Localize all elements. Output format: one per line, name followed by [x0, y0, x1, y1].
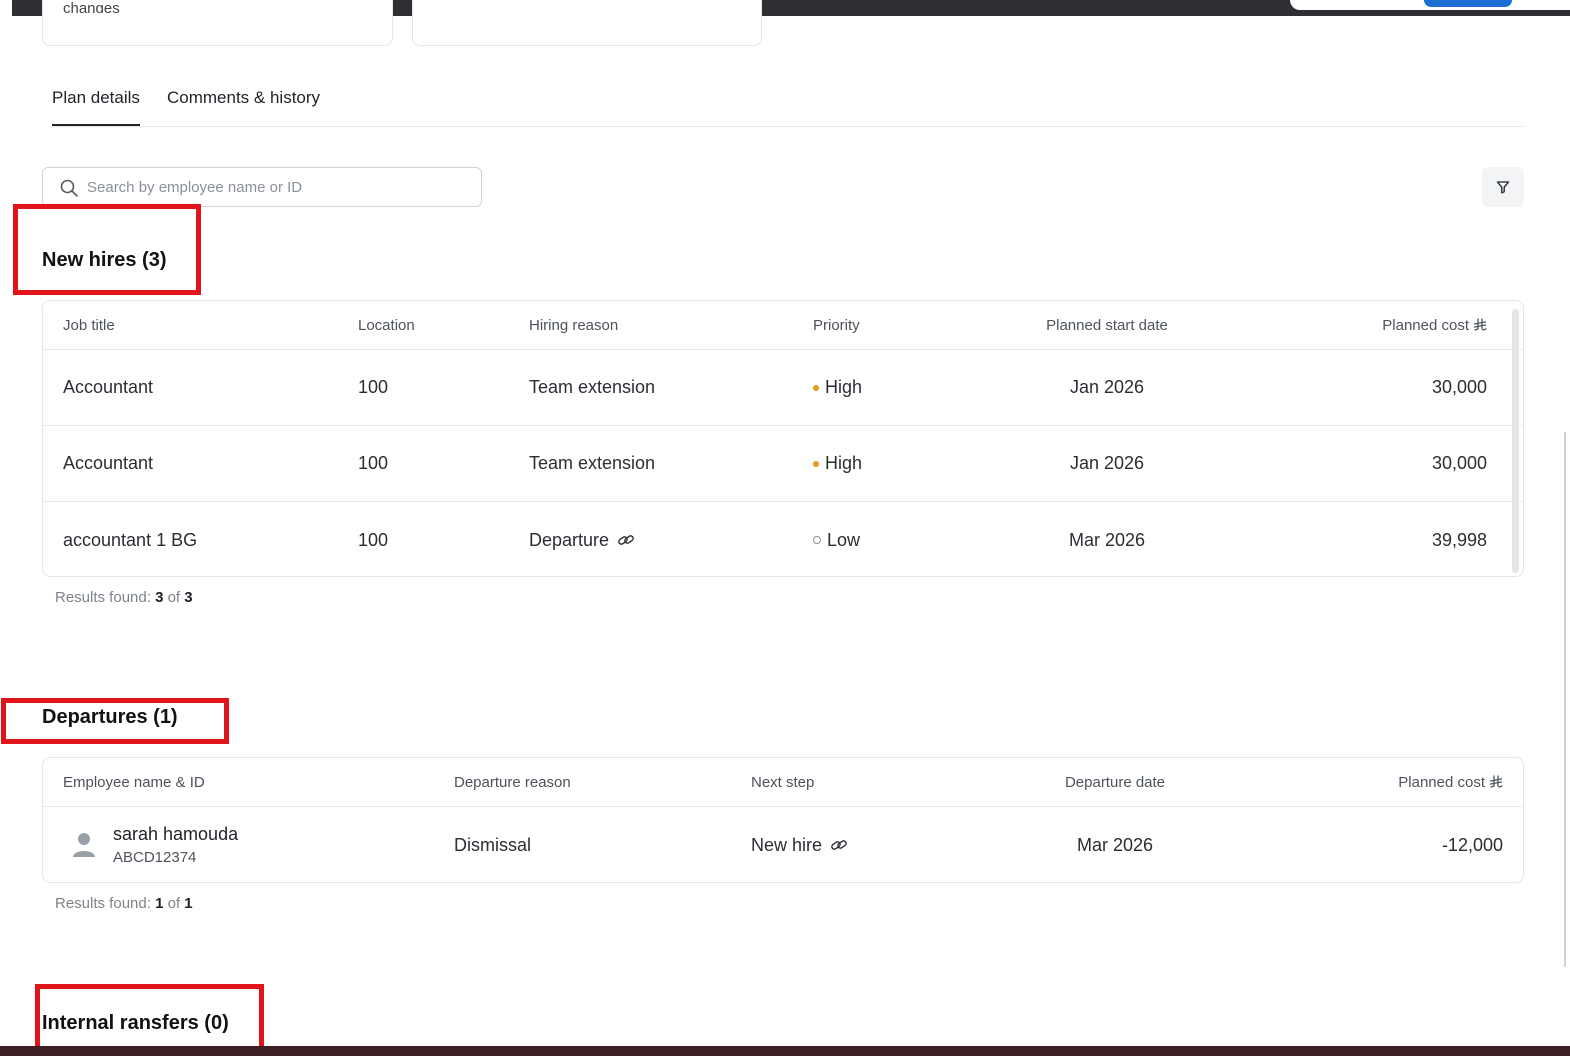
results-shown: 1 — [155, 895, 164, 912]
col-planned-start-date: Planned start date — [1046, 316, 1168, 334]
priority-dot-icon — [813, 384, 819, 391]
col-location: Location — [358, 316, 415, 334]
departures-table: Employee name & ID Departure reason Next… — [42, 757, 1524, 883]
priority-dot-icon — [813, 536, 821, 544]
planned-cost: 30,000 — [1431, 453, 1487, 473]
priority-label: High — [825, 453, 863, 473]
col-planned-cost-label: Planned cost — [1382, 316, 1469, 334]
col-hiring-reason: Hiring reason — [529, 316, 619, 334]
departures-title: Departures (1) — [42, 706, 178, 728]
results-total: 1 — [184, 895, 193, 912]
priority-label: High — [825, 377, 863, 397]
planned-cost: 30,000 — [1431, 377, 1487, 397]
results-shown: 3 — [155, 589, 164, 606]
results-of: of — [167, 895, 181, 912]
hiring-reason: Team extension — [529, 377, 656, 397]
col-departure-reason: Departure reason — [454, 773, 571, 791]
col-planned-cost: Planned cost — [1287, 301, 1487, 349]
table-row[interactable]: Accountant 100 Team extension High Jan 2… — [43, 426, 1523, 502]
departures-results: Results found: 1 of 1 — [55, 895, 193, 912]
location: 100 — [358, 529, 389, 550]
table-header: Job title Location Hiring reason Priorit… — [43, 301, 1523, 350]
page-scrollbar[interactable] — [1564, 432, 1566, 967]
priority: Low — [813, 502, 861, 576]
departure-date: Mar 2026 — [1076, 834, 1154, 855]
search-box — [42, 167, 482, 207]
results-prefix: Results found: — [55, 895, 151, 912]
col-departure-date: Departure date — [1064, 773, 1166, 791]
employee-id: ABCD12374 — [113, 849, 197, 866]
location: 100 — [358, 453, 389, 473]
table-scrollbar[interactable] — [1512, 309, 1519, 573]
job-title: Accountant — [63, 377, 154, 397]
col-employee-name-id: Employee name & ID — [63, 773, 205, 791]
search-input[interactable] — [87, 168, 467, 206]
departure-reason: Dismissal — [454, 834, 532, 855]
table-row[interactable]: accountant 1 BG 100 Departure Low Mar 20… — [43, 502, 1523, 576]
results-total: 3 — [184, 589, 193, 606]
planned-cost: 39,998 — [1431, 529, 1487, 550]
col-job-title: Job title — [63, 316, 115, 334]
results-prefix: Results found: — [55, 589, 151, 606]
col-next-step: Next step — [751, 773, 815, 791]
filter-button[interactable] — [1482, 167, 1524, 207]
priority-label: Low — [827, 529, 861, 550]
results-of: of — [167, 589, 181, 606]
internal-transfers-title: Internal ransfers (0) — [42, 1012, 229, 1034]
priority-dot-icon — [813, 460, 819, 467]
start-date: Mar 2026 — [1068, 529, 1146, 550]
job-title: accountant 1 BG — [63, 529, 198, 550]
col-priority: Priority — [813, 316, 860, 334]
priority: High — [813, 350, 862, 425]
planned-cost: -12,000 — [1441, 834, 1503, 855]
table-row[interactable]: sarah hamouda ABCD12374 Dismissal New hi… — [43, 807, 1523, 882]
filter-icon — [1496, 181, 1510, 194]
next-step: New hire — [751, 807, 848, 882]
tab-plan-details[interactable]: Plan details — [52, 86, 140, 126]
riyal-currency-icon — [1489, 775, 1503, 788]
hiring-reason-label: Departure — [529, 529, 610, 550]
summary-card-2 — [412, 0, 762, 46]
table-header: Employee name & ID Departure reason Next… — [43, 758, 1523, 807]
summary-card-1: changes — [42, 0, 393, 46]
new-hires-table: Job title Location Hiring reason Priorit… — [42, 300, 1524, 577]
location: 100 — [358, 377, 389, 397]
bottom-window-strip — [0, 1046, 1570, 1056]
summary-card-1-text: changes — [63, 2, 120, 13]
link-icon[interactable] — [830, 838, 848, 852]
riyal-currency-icon — [1473, 318, 1487, 331]
person-icon — [73, 833, 95, 857]
new-hires-results: Results found: 3 of 3 — [55, 589, 193, 606]
job-title: Accountant — [63, 453, 154, 473]
col-planned-cost: Planned cost — [1303, 758, 1503, 806]
employee-name: sarah hamouda — [113, 824, 239, 844]
hiring-reason: Departure — [529, 502, 635, 576]
tab-comments-history[interactable]: Comments & history — [167, 86, 320, 126]
start-date: Jan 2026 — [1069, 377, 1145, 397]
search-icon — [60, 179, 78, 197]
start-date: Jan 2026 — [1069, 453, 1145, 473]
next-step-label: New hire — [751, 834, 823, 855]
top-primary-button[interactable] — [1424, 0, 1512, 7]
hiring-reason: Team extension — [529, 453, 656, 473]
new-hires-title: New hires (3) — [42, 249, 167, 271]
tab-bar: Plan details Comments & history — [52, 86, 1524, 127]
col-planned-cost-label: Planned cost — [1398, 773, 1485, 791]
priority: High — [813, 426, 862, 501]
table-row[interactable]: Accountant 100 Team extension High Jan 2… — [43, 350, 1523, 426]
link-icon[interactable] — [617, 533, 635, 547]
